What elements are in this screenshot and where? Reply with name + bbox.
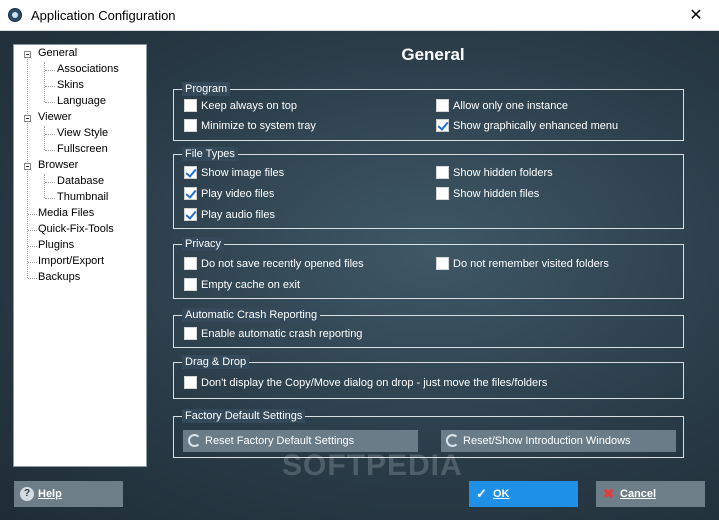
tree-item-database[interactable]: Database (57, 174, 104, 189)
checkbox-box[interactable] (436, 186, 449, 200)
checkbox-box[interactable] (184, 118, 197, 132)
page-title: General (401, 45, 465, 64)
show-image-files-checkbox[interactable]: Show image files (184, 165, 284, 181)
checkbox-box[interactable] (436, 165, 449, 179)
file-types-group: File Types Show image files Show hidden … (173, 147, 684, 229)
group-title: Factory Default Settings (182, 409, 306, 423)
checkbox-box[interactable] (184, 277, 197, 291)
privacy-group: Privacy Do not save recently opened file… (173, 237, 684, 299)
skip-copy-move-dialog-checkbox[interactable]: Don't display the Copy/Move dialog on dr… (184, 375, 547, 391)
cancel-button[interactable]: ✖ Cancel (596, 481, 705, 507)
title-bar: Application Configuration ✕ (0, 0, 719, 31)
help-button[interactable]: ? Help (14, 481, 123, 507)
single-instance-checkbox[interactable]: Allow only one instance (436, 98, 568, 114)
show-hidden-files-checkbox[interactable]: Show hidden files (436, 186, 539, 202)
crash-reporting-checkbox[interactable]: Enable automatic crash reporting (184, 326, 362, 342)
empty-cache-checkbox[interactable]: Empty cache on exit (184, 277, 300, 293)
tree-item-thumbnail[interactable]: Thumbnail (57, 190, 108, 205)
close-icon[interactable]: ✕ (673, 0, 719, 31)
play-video-files-checkbox[interactable]: Play video files (184, 186, 274, 202)
help-icon: ? (20, 487, 34, 501)
checkbox-box[interactable] (436, 118, 449, 132)
group-title: Automatic Crash Reporting (182, 308, 321, 322)
play-audio-files-checkbox[interactable]: Play audio files (184, 207, 275, 223)
checkbox-box[interactable] (184, 186, 197, 200)
crash-reporting-group: Automatic Crash Reporting Enable automat… (173, 308, 684, 348)
expander-icon[interactable] (24, 51, 31, 58)
tree-item-general[interactable]: General (38, 46, 78, 61)
ok-button[interactable]: ✓ OK (469, 481, 578, 507)
tree-item-import-export[interactable]: Import/Export (38, 254, 104, 269)
no-recent-files-checkbox[interactable]: Do not save recently opened files (184, 256, 364, 272)
tree-item-skins[interactable]: Skins (57, 78, 84, 93)
checkbox-box[interactable] (184, 165, 197, 179)
app-icon (8, 8, 22, 22)
tree-item-backups[interactable]: Backups (38, 270, 80, 285)
checkbox-box[interactable] (436, 98, 449, 112)
refresh-icon (446, 434, 459, 447)
tree-item-media-files[interactable]: Media Files (38, 206, 94, 221)
tree-item-browser[interactable]: Browser (38, 158, 78, 173)
checkbox-box[interactable] (184, 375, 197, 389)
checkbox-box[interactable] (184, 326, 197, 340)
program-group: Program Keep always on top Allow only on… (173, 82, 684, 141)
tree-item-quick-fix-tools[interactable]: Quick-Fix-Tools (38, 222, 114, 237)
tree-item-viewer[interactable]: Viewer (38, 110, 71, 125)
checkbox-box[interactable] (184, 256, 197, 270)
settings-tree[interactable]: General Associations Skins Language View… (13, 44, 147, 467)
minimize-to-tray-checkbox[interactable]: Minimize to system tray (184, 118, 316, 134)
window-title: Application Configuration (31, 8, 176, 23)
tree-item-plugins[interactable]: Plugins (38, 238, 74, 253)
dialog-client-area: General Associations Skins Language View… (0, 31, 719, 520)
group-title: Program (182, 82, 231, 96)
group-title: Drag & Drop (182, 355, 250, 369)
checkmark-icon: ✓ (476, 486, 487, 501)
tree-item-associations[interactable]: Associations (57, 62, 119, 77)
checkbox-box[interactable] (184, 98, 197, 112)
checkbox-box[interactable] (184, 207, 197, 221)
keep-on-top-checkbox[interactable]: Keep always on top (184, 98, 297, 114)
reset-introduction-windows-button[interactable]: Reset/Show Introduction Windows (441, 430, 676, 452)
group-title: Privacy (182, 237, 225, 251)
cancel-x-icon: ✖ (603, 486, 614, 501)
tree-item-fullscreen[interactable]: Fullscreen (57, 142, 108, 157)
checkbox-box[interactable] (436, 256, 449, 270)
expander-icon[interactable] (24, 115, 31, 122)
refresh-icon (188, 434, 201, 447)
drag-drop-group: Drag & Drop Don't display the Copy/Move … (173, 355, 684, 399)
watermark: SOFTPEDIA (282, 449, 463, 482)
expander-icon[interactable] (24, 163, 31, 170)
show-hidden-folders-checkbox[interactable]: Show hidden folders (436, 165, 553, 181)
enhanced-menu-checkbox[interactable]: Show graphically enhanced menu (436, 118, 618, 134)
no-visited-folders-checkbox[interactable]: Do not remember visited folders (436, 256, 609, 272)
group-title: File Types (182, 147, 238, 161)
tree-item-view-style[interactable]: View Style (57, 126, 108, 141)
tree-item-language[interactable]: Language (57, 94, 106, 109)
